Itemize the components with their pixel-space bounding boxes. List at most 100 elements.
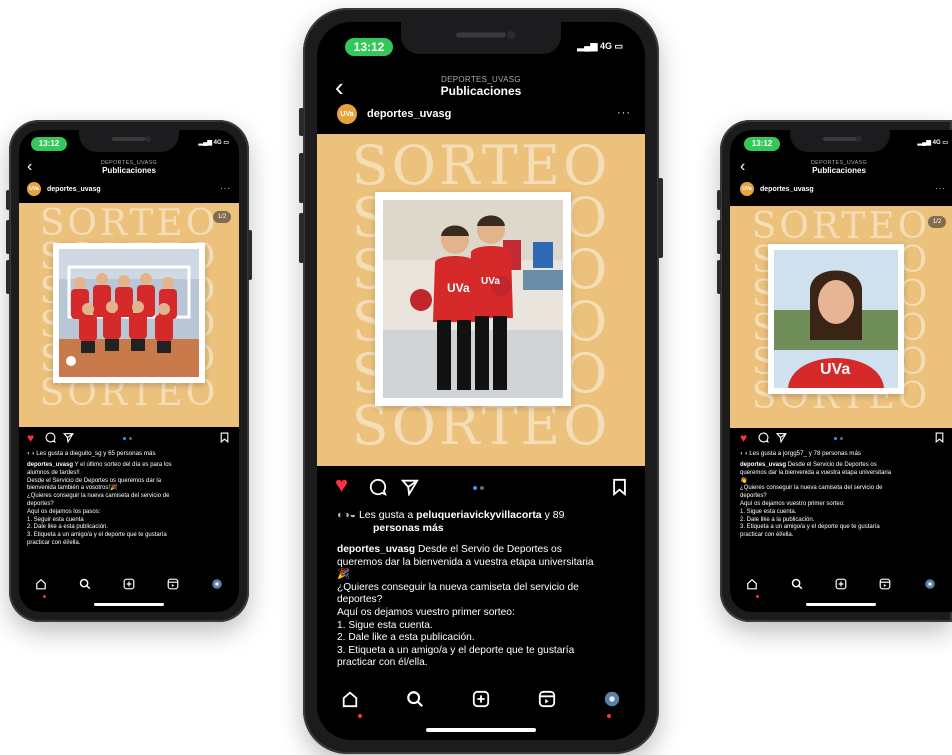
caption-line: ¿Quieres conseguir la nueva camiseta del… [740,485,883,492]
carousel-dots [834,437,843,440]
liker-avatars: ◐◑ [27,450,37,457]
reels-icon[interactable] [538,690,556,708]
screen-header: DEPORTES_UVASG Publicaciones [19,160,239,175]
add-icon[interactable] [835,578,847,590]
caption-line: deportes? [27,500,54,507]
signal-icon: ▂▄▆ 4G ▭ [917,140,948,146]
caption-line: Desde el Servio de Deportes os [417,544,562,555]
svg-text:UVa: UVa [447,281,470,295]
photo-frame: UVa UVa [375,192,571,406]
search-icon[interactable] [79,578,91,590]
post-account[interactable]: UVa deportes_uvasg [27,182,101,196]
add-icon[interactable] [472,690,490,708]
heart-icon[interactable]: ♥ [740,432,747,444]
add-icon[interactable] [123,578,135,590]
volume-up-button [6,220,10,254]
likes-suffix: y 89 [541,509,565,521]
send-icon[interactable] [776,432,787,443]
caption-line: 2. Dale like a esta publicación. [27,524,109,531]
mute-switch [717,190,721,210]
carousel-badge: 1/2 [928,216,946,228]
send-icon[interactable] [401,478,419,496]
heart-icon[interactable]: ♥ [27,432,34,444]
likes-prefix: Les gusta a [358,509,417,521]
likes-text: Les gusta a dieguito_sg y 65 personas má… [36,450,156,457]
bookmark-icon[interactable] [612,478,627,496]
likes-user[interactable]: peluqueriavickyvillacorta [416,509,541,521]
status-time: 13:12 [345,38,393,56]
left-screen: 13:12 ▂▄▆ 4G ▭ ‹ DEPORTES_UVASG Publicac… [19,130,239,612]
search-icon[interactable] [791,578,803,590]
profile-icon[interactable] [603,690,621,708]
caption-line: queremos dar la bienvenida a vuestra eta… [740,469,892,476]
likes-text: Les gusta a jorgg57_ y 78 personas más [749,450,861,457]
profile-icon[interactable] [924,578,936,590]
post-image[interactable]: SORTEO SORTEO SORTEO SORTEO SORTEO SORTE… [730,206,952,428]
send-icon[interactable] [63,432,74,443]
header-title: Publicaciones [812,166,866,175]
home-icon[interactable] [35,578,47,590]
home-icon[interactable] [341,690,359,708]
caption-line: 2. Dale like a esta publicación. [337,632,475,644]
bottom-nav [19,576,239,592]
comment-icon[interactable] [369,478,387,496]
reels-icon[interactable] [167,578,179,590]
players-photo: UVa UVa [383,200,563,398]
caption-line: Desde el Servicio de Deportes os [787,462,877,468]
left-phone: 13:12 ▂▄▆ 4G ▭ ‹ DEPORTES_UVASG Publicac… [6,120,252,622]
volume-up-button [717,220,721,254]
more-options-button[interactable]: ··· [617,107,631,119]
post-account[interactable]: UVa deportes_uvasg [740,182,814,196]
power-button [248,230,252,280]
right-phone: 13:12 ▂▄▆ 4G ▭ ‹ DEPORTES_UVASG Publicac… [717,120,952,622]
power-button [658,178,663,258]
heart-icon[interactable]: ♥ [335,474,348,496]
carousel-dots [123,437,132,440]
post-image[interactable]: SORTEO SORTEO SORTEO SORTEO SORTEO SORTE… [317,134,645,466]
caption-line: queremos dar la bienvenida a vuestra eta… [337,556,594,568]
likes-count: ◐◑ Les gusta a dieguito_sg y 65 personas… [27,450,156,457]
home-indicator [806,603,876,606]
caption-username[interactable]: deportes_uvasg [27,462,73,468]
caption-line: ¿Quieres conseguir la nueva camiseta del… [337,581,579,593]
post-image[interactable]: SORTEO SORTEO SORTEO SORTEO SORTEO SORTE… [19,203,239,427]
caption-line: 3. Etiqueta a un amigo/a y el deporte qu… [740,524,880,531]
network-label: 4G [932,140,941,146]
carousel-badge: 1/2 [213,211,231,223]
profile-icon[interactable] [211,578,223,590]
caption-line: Aquí os dejamos vuestro primer sorteo: [337,606,515,618]
more-options-button[interactable]: ··· [220,184,231,193]
header-title: Publicaciones [440,84,522,98]
liker-avatars: ◐◑ [740,450,750,457]
bookmark-icon[interactable] [220,432,229,443]
caption: deportes_uvasg Y el último sorteo del dí… [27,462,172,548]
caption-line: Aquí os dejamos vuestro primer sorteo: [740,500,845,507]
comment-icon[interactable] [758,432,769,443]
notch [79,130,179,152]
network-label: 4G [599,41,612,51]
caption-line: 👋 [740,477,748,484]
comment-icon[interactable] [45,432,56,443]
account-username: deportes_uvasg [47,185,101,193]
post-account[interactable]: UVa deportes_uvasg [337,104,451,124]
likes-line2: personas más [373,522,444,534]
caption-line: 1. Sigue esta cuenta. [337,619,433,631]
liker-avatars: ◐◑◒ [337,509,359,521]
mute-switch [299,108,304,136]
home-icon[interactable] [746,578,758,590]
bottom-nav [730,576,952,592]
search-icon[interactable] [406,690,424,708]
more-options-button[interactable]: ··· [935,184,946,193]
caption-line: 1. Sigue esta cuenta. [740,508,797,515]
avatar: UVa [740,182,754,196]
signal-icon: ▂▄▆ 4G ▭ [577,41,623,51]
bookmark-icon[interactable] [935,432,944,443]
notification-dot [756,595,759,598]
caption-username[interactable]: deportes_uvasg [337,544,415,555]
likes-count: ◐◑ Les gusta a jorgg57_ y 78 personas má… [740,450,861,457]
network-label: 4G [213,140,222,146]
right-screen: 13:12 ▂▄▆ 4G ▭ ‹ DEPORTES_UVASG Publicac… [730,130,952,612]
reels-icon[interactable] [879,578,891,590]
account-username: deportes_uvasg [367,108,452,120]
caption-username[interactable]: deportes_uvasg [740,462,786,468]
